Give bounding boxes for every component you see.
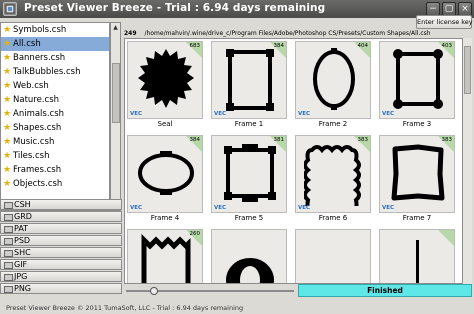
- shape-label: Frame 2: [318, 120, 348, 128]
- type-button-shc[interactable]: SHC: [0, 247, 122, 258]
- vec-badge: VEC: [298, 205, 311, 211]
- shape-label: Frame 1: [234, 120, 264, 128]
- vec-badge: VEC: [214, 111, 227, 117]
- status-bar: Preset Viewer Breeze © 2011 TumaSoft, LL…: [6, 304, 244, 312]
- shape-label: Frame 5: [234, 214, 264, 222]
- path-text: /home/mahvin/.wine/drive_c/Program Files…: [144, 30, 431, 37]
- list-item[interactable]: ★ Objects.csh: [1, 177, 109, 191]
- star-icon: ★: [3, 151, 12, 161]
- slider-handle[interactable]: [150, 287, 158, 295]
- vec-badge: VEC: [298, 111, 311, 117]
- zigzag-frame-shape-icon: [141, 234, 191, 283]
- type-button-png[interactable]: PNG: [0, 283, 122, 294]
- shape-label: Frame 7: [402, 214, 432, 222]
- shape-tile[interactable]: 383 VEC Frame 6: [295, 135, 371, 222]
- preset-set-list[interactable]: ★ Symbols.csh ★ All.csh ★ Banners.csh ★ Talk…: [0, 22, 110, 210]
- frame3-shape-icon: [393, 49, 443, 109]
- title-bar: Preset Viewer Breeze - Trial : 6.94 days…: [0, 0, 474, 18]
- frame5-shape-icon: [224, 144, 276, 202]
- shape-label: Seal: [157, 120, 173, 128]
- list-item[interactable]: ★ Banners.csh: [1, 51, 109, 65]
- left-panel: ★ Symbols.csh ★ All.csh ★ Banners.csh ★ Talk…: [0, 18, 122, 303]
- vec-badge: VEC: [130, 111, 143, 117]
- scroll-up-icon[interactable]: ▲: [111, 23, 120, 32]
- shape-tile[interactable]: [295, 229, 371, 284]
- type-button-psd[interactable]: PSD: [0, 235, 122, 246]
- shape-tile[interactable]: 260: [127, 229, 203, 283]
- shape-grid: 683 VEC Seal 384 VEC Frame 1 404 VEC Fra…: [124, 38, 472, 284]
- shape-tile[interactable]: 384 VEC Frame 1: [211, 41, 287, 128]
- grid-scrollbar[interactable]: [462, 38, 472, 284]
- scroll-thumb[interactable]: [112, 63, 120, 123]
- shape-tile[interactable]: 403 VEC Frame 3: [379, 41, 455, 128]
- star-icon: ★: [3, 165, 12, 175]
- ellipse-ring-shape-icon: [226, 258, 274, 283]
- line-shape-icon: [416, 240, 419, 283]
- frame6-shape-icon: [304, 145, 361, 206]
- shape-tile[interactable]: 381 VEC Frame 5: [211, 135, 287, 222]
- list-item[interactable]: ★ Frames.csh: [1, 163, 109, 177]
- close-icon[interactable]: ×: [458, 2, 472, 16]
- frame2-shape-icon: [313, 48, 355, 110]
- shape-label: Frame 6: [318, 214, 348, 222]
- frame1-shape-icon: [226, 49, 274, 111]
- preset-count: 249: [124, 30, 137, 37]
- vec-badge: VEC: [130, 205, 143, 211]
- shape-tile[interactable]: [211, 229, 287, 283]
- type-button-jpg[interactable]: JPG: [0, 271, 122, 282]
- seal-shape-icon: [138, 49, 194, 108]
- minimize-icon[interactable]: −: [426, 2, 440, 16]
- shape-tile[interactable]: 683 VEC Seal: [127, 41, 203, 128]
- star-icon: ★: [3, 67, 12, 77]
- window-title: Preset Viewer Breeze - Trial : 6.94 days…: [24, 2, 326, 14]
- list-item[interactable]: ★ All.csh: [1, 37, 109, 51]
- set-list-scrollbar[interactable]: ▲ ▼: [110, 22, 121, 210]
- path-bar: 249/home/mahvin/.wine/drive_c/Program Fi…: [124, 29, 474, 38]
- shape-tile[interactable]: 383 VEC Frame 7: [379, 135, 455, 222]
- star-icon: ★: [3, 179, 12, 189]
- list-item[interactable]: ★ Animals.csh: [1, 107, 109, 121]
- shape-label: Frame 4: [150, 214, 180, 222]
- star-icon: ★: [3, 137, 12, 147]
- list-item[interactable]: ★ Music.csh: [1, 135, 109, 149]
- vec-badge: VEC: [382, 111, 395, 117]
- blank-shape-icon: [304, 234, 364, 284]
- vec-badge: VEC: [382, 205, 395, 211]
- star-icon: ★: [3, 81, 12, 91]
- list-item[interactable]: ★ Symbols.csh: [1, 23, 109, 37]
- type-button-csh[interactable]: CSH: [0, 199, 122, 210]
- shape-label: Frame 3: [402, 120, 432, 128]
- list-item[interactable]: ★ Tiles.csh: [1, 149, 109, 163]
- star-icon: ★: [3, 53, 12, 63]
- type-button-pat[interactable]: PAT: [0, 223, 122, 234]
- scroll-thumb[interactable]: [464, 46, 471, 94]
- shape-tile[interactable]: 404 VEC Frame 2: [295, 41, 371, 128]
- star-icon: ★: [3, 123, 12, 133]
- star-icon: ★: [3, 25, 12, 35]
- shape-tile[interactable]: 384 VEC Frame 4: [127, 135, 203, 222]
- star-icon: ★: [3, 39, 12, 49]
- type-button-gif[interactable]: GIF: [0, 259, 122, 270]
- list-item[interactable]: ★ TalkBubbles.csh: [1, 65, 109, 79]
- type-button-grd[interactable]: GRD: [0, 211, 122, 222]
- shape-tile[interactable]: [379, 229, 455, 283]
- progress-bar: Finished: [298, 284, 472, 297]
- list-item[interactable]: ★ Nature.csh: [1, 93, 109, 107]
- thumbnail-size-slider[interactable]: [126, 287, 294, 295]
- star-icon: ★: [3, 95, 12, 105]
- enter-license-button[interactable]: Enter license key: [416, 15, 473, 29]
- list-item[interactable]: ★ Web.csh: [1, 79, 109, 93]
- app-window: Preset Viewer Breeze - Trial : 6.94 days…: [0, 0, 474, 314]
- frame7-shape-icon: [391, 144, 445, 201]
- star-icon: ★: [3, 109, 12, 119]
- preset-type-list: CSH GRD PAT PSD SHC GIF JPG PNG: [0, 199, 122, 295]
- maximize-icon[interactable]: ▢: [442, 2, 456, 16]
- list-item[interactable]: ★ Shapes.csh: [1, 121, 109, 135]
- app-icon[interactable]: [3, 2, 17, 16]
- frame4-shape-icon: [138, 151, 194, 195]
- vec-badge: VEC: [214, 205, 227, 211]
